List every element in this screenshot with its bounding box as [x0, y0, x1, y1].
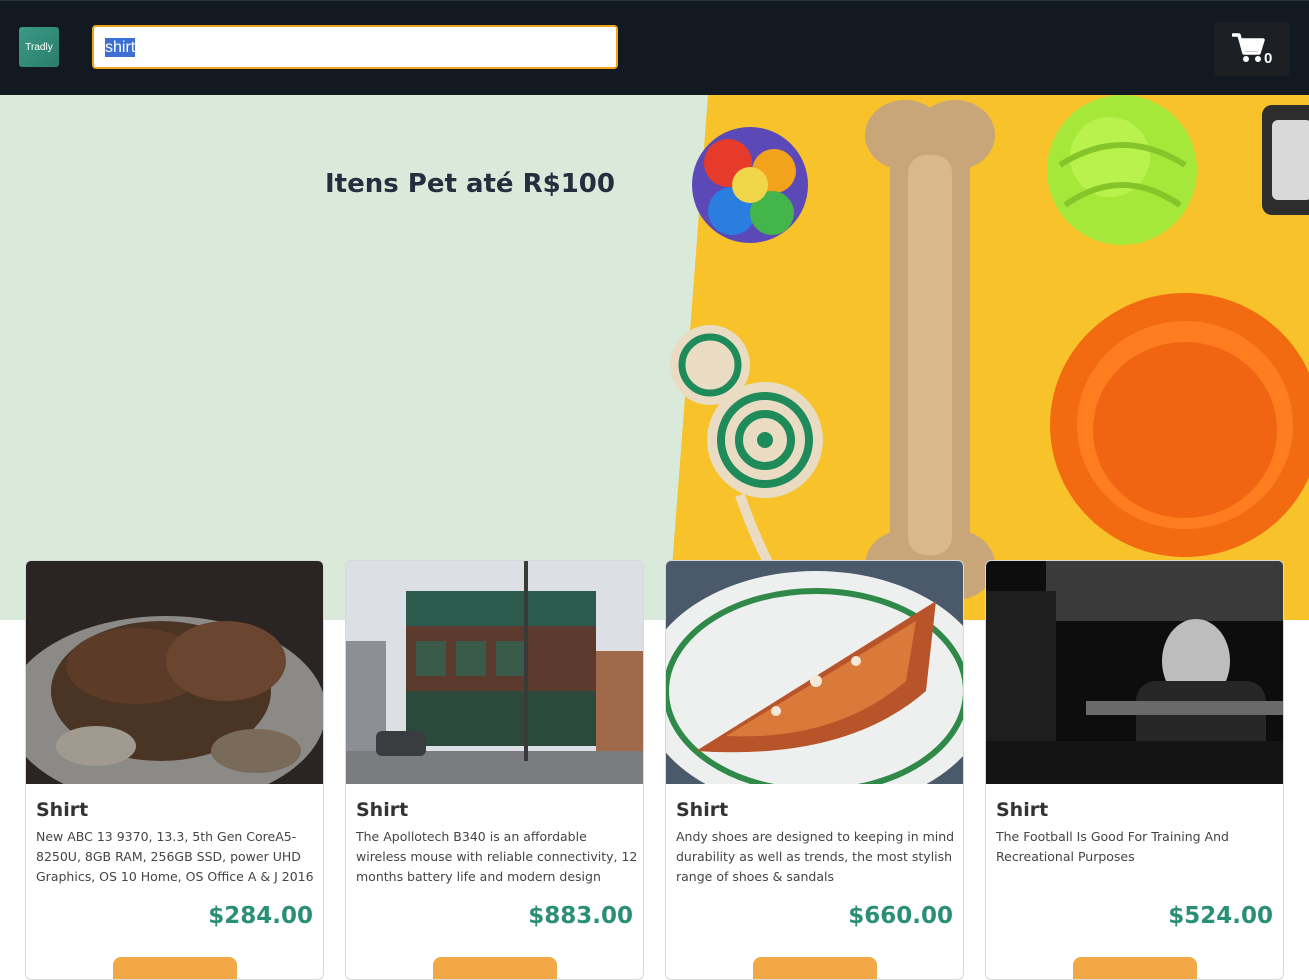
product-image[interactable]: [26, 561, 324, 784]
product-image[interactable]: [666, 561, 964, 784]
green-ball-image: [1047, 95, 1197, 245]
product-description: The Apollotech B340 is an affordable wir…: [356, 829, 638, 884]
add-to-cart-button[interactable]: [1073, 957, 1197, 979]
tradly-logo[interactable]: Tradly: [19, 27, 59, 67]
product-title[interactable]: Shirt: [996, 799, 1048, 821]
orange-bowl-image: [1050, 293, 1309, 557]
product-price: $883.00: [528, 903, 633, 929]
product-description: New ABC 13 9370, 13.3, 5th Gen CoreA5-82…: [36, 829, 314, 884]
product-image[interactable]: [986, 561, 1284, 784]
product-card[interactable]: Shirt The Football Is Good For Training …: [985, 560, 1284, 980]
add-to-cart-button[interactable]: [753, 957, 877, 979]
product-price: $524.00: [1168, 903, 1273, 929]
product-price: $284.00: [208, 903, 313, 929]
cart-count-badge: 0: [1264, 50, 1273, 67]
hero-banner[interactable]: Itens Pet até R$100: [0, 95, 1309, 620]
search-input[interactable]: shirt: [92, 25, 618, 69]
cart-button[interactable]: 0: [1214, 22, 1290, 76]
product-card[interactable]: Shirt The Apollotech B340 is an affordab…: [345, 560, 644, 980]
product-image[interactable]: [346, 561, 644, 784]
shopping-cart-icon: [1232, 33, 1265, 62]
product-card[interactable]: Shirt Andy shoes are designed to keeping…: [665, 560, 964, 980]
product-description: Andy shoes are designed to keeping in mi…: [676, 829, 955, 884]
product-title[interactable]: Shirt: [676, 799, 728, 821]
hero-title: Itens Pet até R$100: [325, 169, 615, 199]
add-to-cart-button[interactable]: [433, 957, 557, 979]
top-navbar: Tradly shirt 0: [0, 0, 1309, 95]
product-title[interactable]: Shirt: [356, 799, 408, 821]
add-to-cart-button[interactable]: [113, 957, 237, 979]
search-input-value[interactable]: shirt: [105, 37, 136, 57]
product-description: The Football Is Good For Training And Re…: [996, 829, 1229, 864]
product-price: $660.00: [848, 903, 953, 929]
product-card[interactable]: Shirt New ABC 13 9370, 13.3, 5th Gen Cor…: [25, 560, 324, 980]
product-title[interactable]: Shirt: [36, 799, 88, 821]
